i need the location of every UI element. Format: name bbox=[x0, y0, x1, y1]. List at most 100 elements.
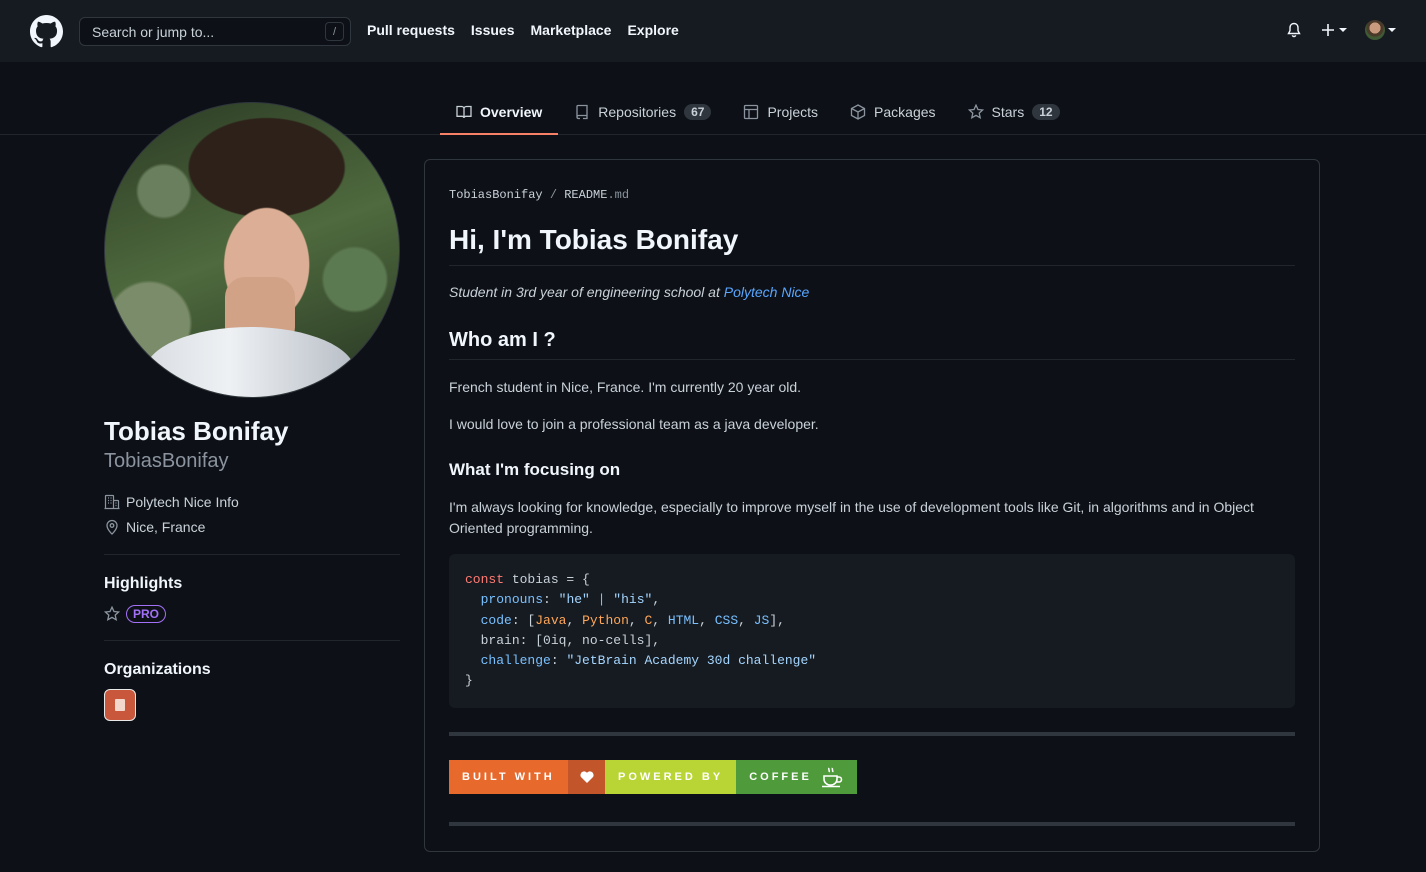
readme-title: Hi, I'm Tobias Bonifay bbox=[449, 224, 739, 255]
tab-label: Packages bbox=[874, 104, 936, 120]
code-constant: JS bbox=[753, 612, 770, 628]
code-property: code bbox=[480, 612, 512, 628]
tab-packages[interactable]: Packages bbox=[834, 90, 951, 134]
divider bbox=[449, 265, 1295, 266]
plus-icon bbox=[1322, 24, 1334, 36]
code-text: tobias = { bbox=[504, 572, 590, 587]
badge-text: BUILT WITH bbox=[462, 771, 555, 783]
avatar bbox=[1365, 20, 1385, 40]
nav-issues[interactable]: Issues bbox=[471, 22, 515, 38]
profile-avatar[interactable] bbox=[104, 102, 400, 398]
profile-name: Tobias Bonifay bbox=[104, 416, 289, 446]
code-constant: CSS bbox=[714, 612, 739, 628]
divider-bar bbox=[449, 732, 1295, 736]
code-property: brain bbox=[480, 632, 520, 648]
divider bbox=[104, 640, 400, 641]
pro-highlight: PRO bbox=[104, 605, 167, 623]
who-paragraph-2: I would love to join a professional team… bbox=[449, 416, 819, 432]
top-header: Search or jump to... / Pull requests Iss… bbox=[0, 0, 1426, 62]
header-actions bbox=[1286, 20, 1396, 40]
project-icon bbox=[744, 104, 759, 120]
divider bbox=[449, 359, 1295, 360]
code-class: Python bbox=[582, 612, 629, 628]
coffee-cup-icon bbox=[821, 767, 843, 788]
code-string: "he" bbox=[558, 592, 590, 608]
location-text: Nice, France bbox=[126, 519, 206, 535]
github-logo-icon[interactable] bbox=[30, 15, 63, 48]
polytech-nice-link[interactable]: Polytech Nice bbox=[724, 284, 810, 300]
organization-icon bbox=[104, 494, 120, 510]
readme-breadcrumb: TobiasBonifay / README.md bbox=[449, 188, 629, 202]
chevron-down-icon bbox=[1339, 28, 1347, 32]
code-property: challenge bbox=[480, 653, 551, 669]
company-text: Polytech Nice Info bbox=[126, 494, 239, 510]
divider-bar bbox=[449, 822, 1295, 826]
badge-left: POWERED BY bbox=[605, 760, 737, 794]
nav-marketplace[interactable]: Marketplace bbox=[531, 22, 612, 38]
profile-login: TobiasBonifay bbox=[104, 450, 229, 472]
organizations-heading: Organizations bbox=[104, 661, 211, 678]
tab-label: Repositories bbox=[598, 104, 677, 120]
code-text: [0iq, no-cells], bbox=[535, 632, 661, 648]
code-text: } bbox=[465, 673, 473, 689]
tab-label: Stars bbox=[991, 104, 1025, 120]
location-icon bbox=[106, 519, 118, 535]
readme-box: TobiasBonifay / README.md Hi, I'm Tobias… bbox=[424, 159, 1320, 852]
stars-count-badge: 12 bbox=[1032, 104, 1060, 120]
chevron-down-icon bbox=[1388, 28, 1396, 32]
badge-right bbox=[567, 760, 606, 794]
crumb-file-ext: .md bbox=[607, 188, 630, 202]
crumb-separator: / bbox=[549, 188, 558, 202]
search-shortcut-key: / bbox=[325, 22, 344, 41]
badge-right: COFFEE bbox=[736, 760, 857, 794]
highlights-heading: Highlights bbox=[104, 575, 183, 592]
bell-icon[interactable] bbox=[1286, 22, 1302, 38]
powered-by-coffee-badge[interactable]: POWERED BY COFFEE bbox=[605, 760, 857, 794]
search-input[interactable]: Search or jump to... / bbox=[79, 17, 351, 46]
crumb-file[interactable]: README bbox=[564, 188, 607, 202]
focus-paragraph: I'm always looking for knowledge, especi… bbox=[449, 499, 1254, 536]
star-icon bbox=[104, 606, 120, 621]
divider bbox=[104, 554, 400, 555]
readme-subtitle: Student in 3rd year of engineering schoo… bbox=[449, 282, 809, 303]
code-block: const tobias = { pronouns: "he" | "his",… bbox=[449, 554, 1295, 708]
star-icon bbox=[967, 104, 984, 119]
profile-company: Polytech Nice Info bbox=[104, 494, 239, 510]
search-placeholder: Search or jump to... bbox=[92, 23, 215, 40]
heart-icon bbox=[580, 771, 594, 783]
code-string: "his" bbox=[613, 592, 653, 608]
code-property: pronouns bbox=[480, 592, 544, 608]
tabs: Overview Repositories 67 Projects Packag… bbox=[440, 90, 1076, 135]
nav-explore[interactable]: Explore bbox=[627, 22, 678, 38]
organization-logo-icon bbox=[115, 699, 125, 711]
profile-location: Nice, France bbox=[104, 519, 205, 535]
built-with-love-badge[interactable]: BUILT WITH bbox=[449, 760, 606, 794]
tab-label: Overview bbox=[480, 104, 543, 120]
code-constant: HTML bbox=[667, 612, 700, 628]
avatar-photo-shirt bbox=[145, 327, 355, 397]
user-menu-dropdown[interactable] bbox=[1365, 20, 1396, 40]
organization-avatar[interactable] bbox=[104, 689, 136, 721]
tab-projects[interactable]: Projects bbox=[727, 90, 834, 134]
pro-badge[interactable]: PRO bbox=[126, 605, 167, 623]
tab-overview[interactable]: Overview bbox=[440, 90, 559, 135]
tab-stars[interactable]: Stars 12 bbox=[952, 90, 1076, 134]
code-class: Java bbox=[535, 612, 567, 628]
code-string: "JetBrain Academy 30d challenge" bbox=[566, 653, 817, 669]
code-keyword: const bbox=[465, 572, 505, 587]
who-paragraph-1: French student in Nice, France. I'm curr… bbox=[449, 379, 802, 395]
tab-label: Projects bbox=[767, 104, 819, 120]
badge-left: BUILT WITH bbox=[449, 760, 568, 794]
repo-icon bbox=[576, 104, 588, 120]
tab-repositories[interactable]: Repositories 67 bbox=[558, 90, 727, 134]
create-new-dropdown[interactable] bbox=[1320, 22, 1347, 38]
repositories-count-badge: 67 bbox=[684, 104, 712, 120]
focus-heading: What I'm focusing on bbox=[449, 460, 621, 479]
package-icon bbox=[850, 104, 866, 120]
crumb-user-link[interactable]: TobiasBonifay bbox=[449, 188, 543, 202]
who-heading: Who am I ? bbox=[449, 329, 556, 351]
badge-text: POWERED BY bbox=[618, 771, 724, 783]
nav-pull-requests[interactable]: Pull requests bbox=[367, 22, 455, 38]
code-class: C bbox=[644, 612, 653, 628]
subtitle-text: Student in 3rd year of engineering schoo… bbox=[449, 284, 724, 300]
